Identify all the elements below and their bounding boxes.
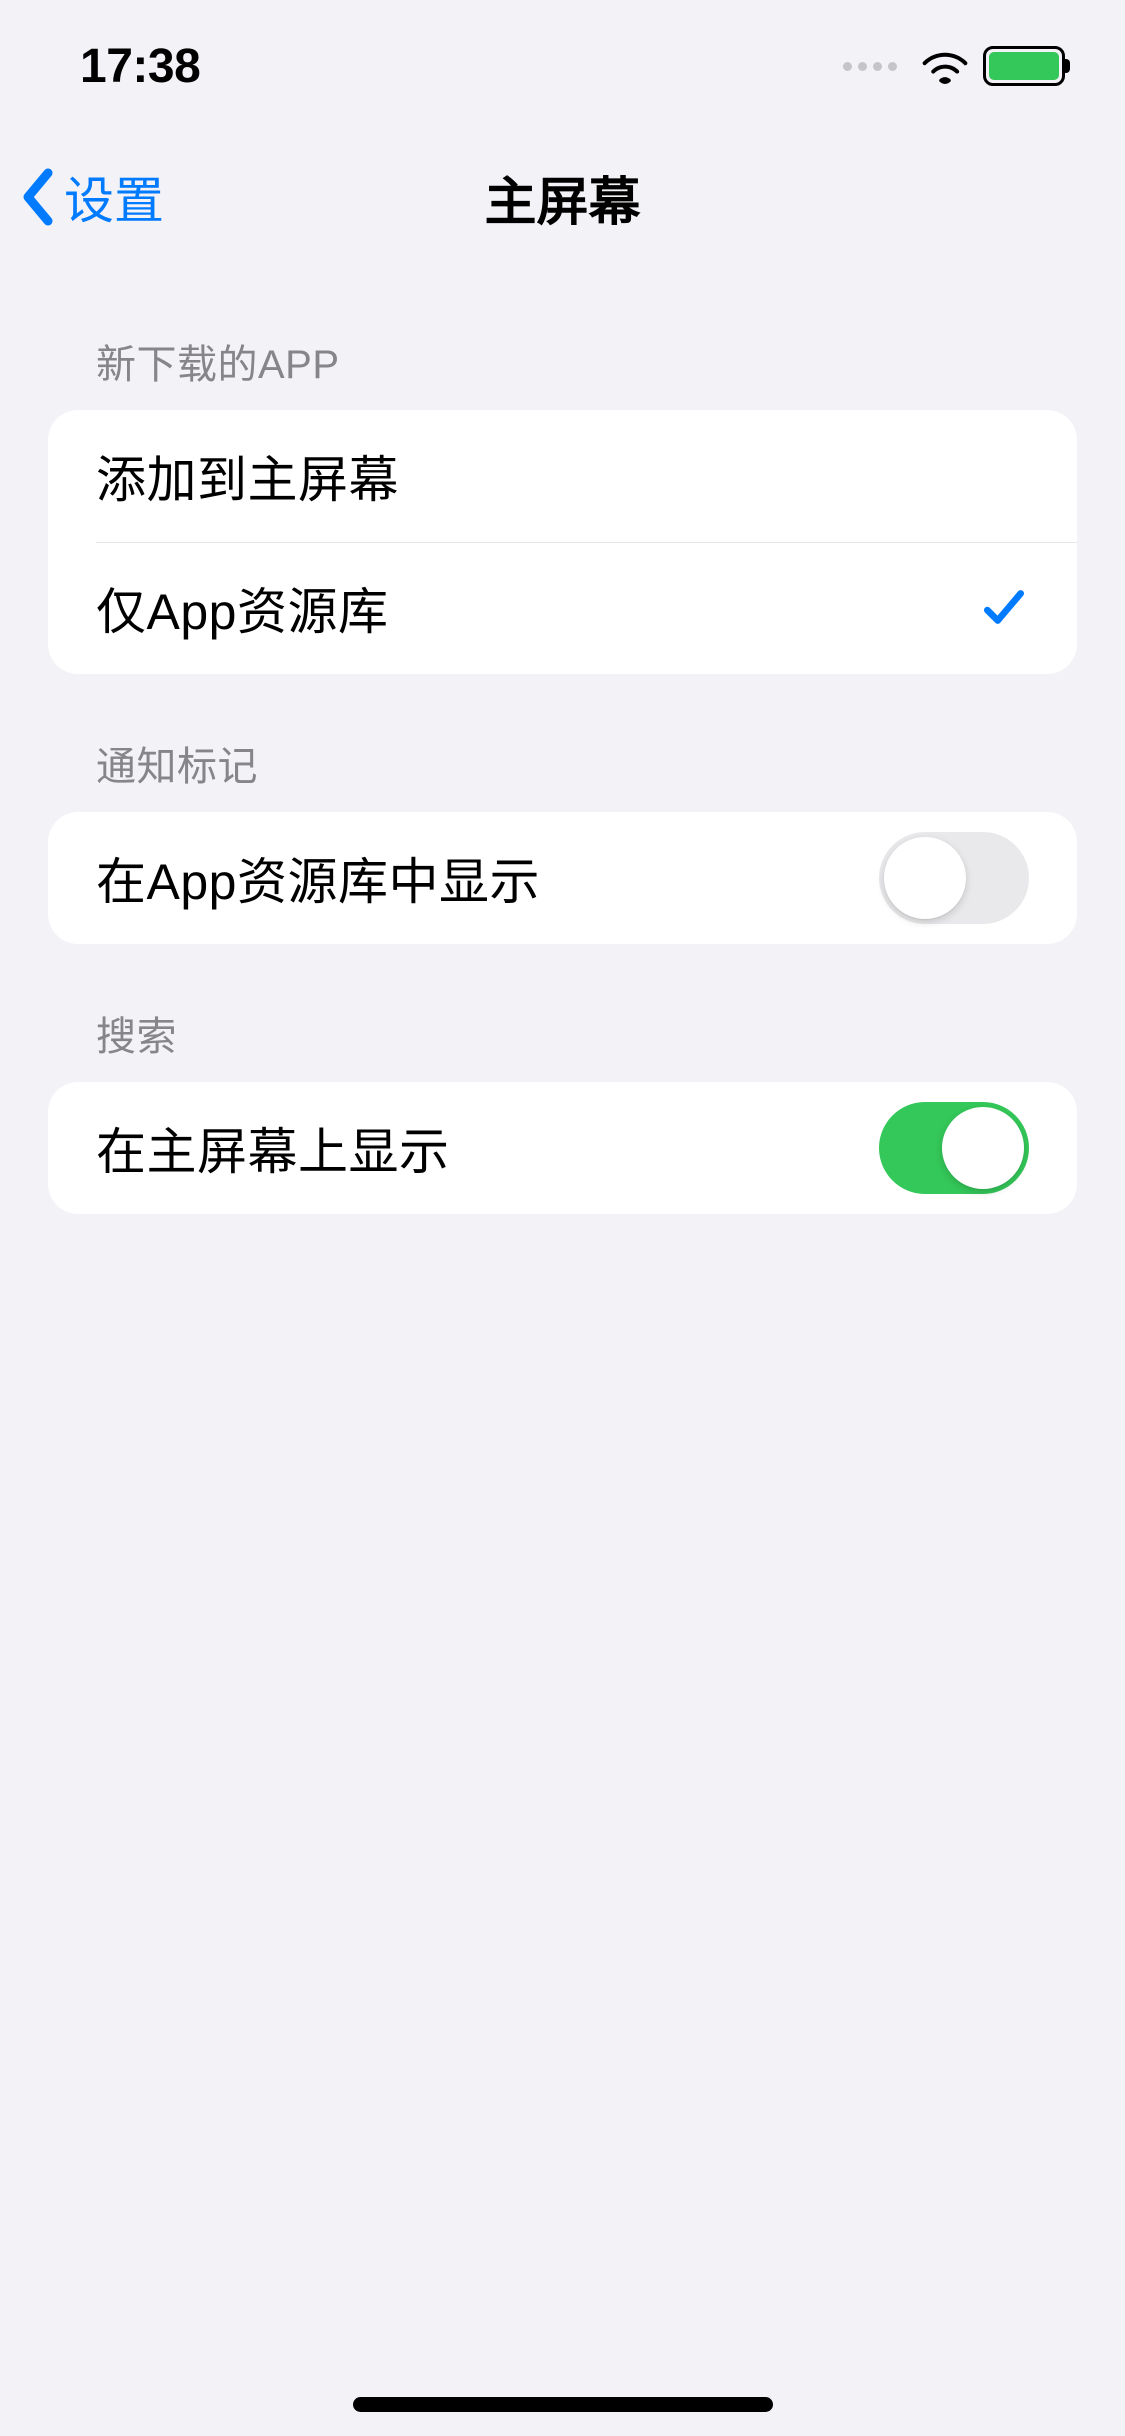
status-bar: 17:38 xyxy=(0,0,1125,132)
row-label: 仅App资源库 xyxy=(96,572,388,644)
row-label: 在主屏幕上显示 xyxy=(96,1112,450,1184)
row-app-library-only[interactable]: 仅App资源库 xyxy=(48,542,1077,674)
page-title: 主屏幕 xyxy=(484,160,640,235)
back-button[interactable]: 设置 xyxy=(20,161,164,233)
toggle-show-in-app-library[interactable] xyxy=(879,832,1029,924)
checkmark-icon xyxy=(979,583,1029,633)
status-time: 17:38 xyxy=(80,39,200,94)
row-add-to-home[interactable]: 添加到主屏幕 xyxy=(48,410,1077,542)
row-show-in-app-library: 在App资源库中显示 xyxy=(48,812,1077,944)
content: 新下载的APP 添加到主屏幕 仅App资源库 通知标记 在App资源库中显示 xyxy=(0,332,1125,1214)
signal-dots-icon xyxy=(843,62,897,71)
section-notification-badges: 通知标记 在App资源库中显示 xyxy=(48,734,1077,944)
group-search: 在主屏幕上显示 xyxy=(48,1082,1077,1214)
battery-icon xyxy=(983,46,1065,86)
section-search: 搜索 在主屏幕上显示 xyxy=(48,1004,1077,1214)
group-notification-badges: 在App资源库中显示 xyxy=(48,812,1077,944)
wifi-icon xyxy=(921,48,969,84)
row-label: 添加到主屏幕 xyxy=(96,440,399,512)
back-label: 设置 xyxy=(64,161,164,233)
row-show-on-home: 在主屏幕上显示 xyxy=(48,1082,1077,1214)
status-indicators xyxy=(843,46,1065,86)
toggle-show-on-home[interactable] xyxy=(879,1102,1029,1194)
section-new-downloads: 新下载的APP 添加到主屏幕 仅App资源库 xyxy=(48,332,1077,674)
row-label: 在App资源库中显示 xyxy=(96,842,540,914)
section-header-new-downloads: 新下载的APP xyxy=(48,332,1077,410)
chevron-left-icon xyxy=(20,167,56,227)
group-new-downloads: 添加到主屏幕 仅App资源库 xyxy=(48,410,1077,674)
home-indicator[interactable] xyxy=(353,2397,773,2412)
nav-bar: 设置 主屏幕 xyxy=(0,132,1125,262)
section-header-notification-badges: 通知标记 xyxy=(48,734,1077,812)
section-header-search: 搜索 xyxy=(48,1004,1077,1082)
